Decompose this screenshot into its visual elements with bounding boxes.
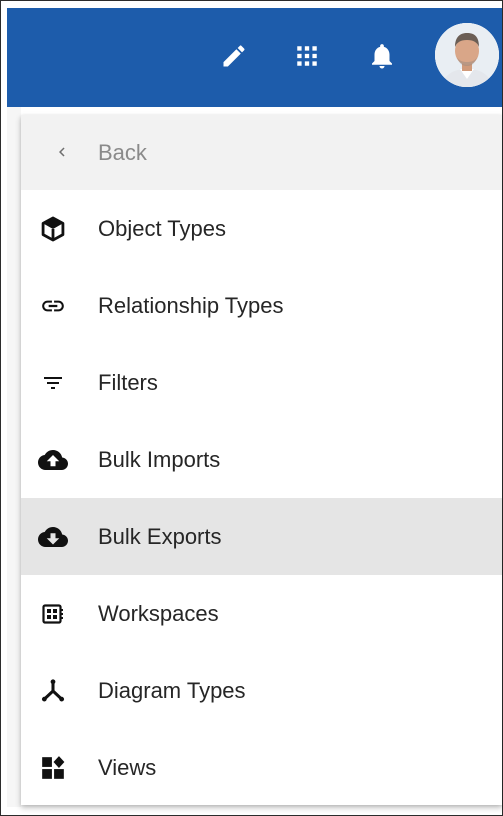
user-avatar[interactable] [435, 23, 499, 87]
workspaces-icon [42, 604, 63, 624]
chevron-left-icon [59, 147, 65, 157]
diagram-icon [41, 679, 65, 702]
pencil-icon [223, 45, 245, 67]
menu-item-label: Filters [98, 370, 158, 395]
apps-grid-icon [297, 46, 317, 66]
edit-button[interactable] [212, 34, 256, 78]
menu-item-workspaces[interactable]: Workspaces [21, 575, 502, 652]
bell-icon [372, 44, 392, 69]
apps-button[interactable] [285, 34, 329, 78]
menu-item-diagram-types[interactable]: Diagram Types [21, 652, 502, 729]
page-background [7, 107, 21, 807]
menu-item-label: Bulk Exports [98, 524, 222, 549]
views-icon [42, 756, 65, 779]
menu-item-label: Views [98, 755, 157, 780]
back-label: Back [98, 140, 147, 165]
cloud-upload-icon [38, 450, 68, 470]
menu-item-filters[interactable]: Filters [21, 344, 502, 421]
menu-item-label: Object Types [98, 216, 226, 241]
menu-item-views[interactable]: Views [21, 729, 502, 806]
filter-icon [44, 377, 62, 389]
cube-icon [41, 216, 65, 242]
menu-item-label: Workspaces [98, 601, 219, 626]
menu-item-bulk-imports[interactable]: Bulk Imports [21, 421, 502, 498]
app-bar [7, 8, 502, 107]
menu-item-relationship-types[interactable]: Relationship Types [21, 267, 502, 344]
avatar-photo [435, 23, 499, 87]
menu-item-label: Relationship Types [98, 293, 284, 318]
menu-item-bulk-exports[interactable]: Bulk Exports [21, 498, 502, 575]
menu-item-label: Bulk Imports [98, 447, 221, 472]
settings-menu: Back Object Types Relationship Types Fil… [21, 115, 502, 805]
cloud-download-icon [38, 527, 68, 547]
menu-item-object-types[interactable]: Object Types [21, 190, 502, 267]
menu-item-label: Diagram Types [98, 678, 246, 703]
back-button[interactable]: Back [21, 115, 502, 190]
link-icon [42, 300, 64, 312]
window-frame: Back Object Types Relationship Types Fil… [0, 0, 503, 816]
notifications-button[interactable] [360, 34, 404, 78]
